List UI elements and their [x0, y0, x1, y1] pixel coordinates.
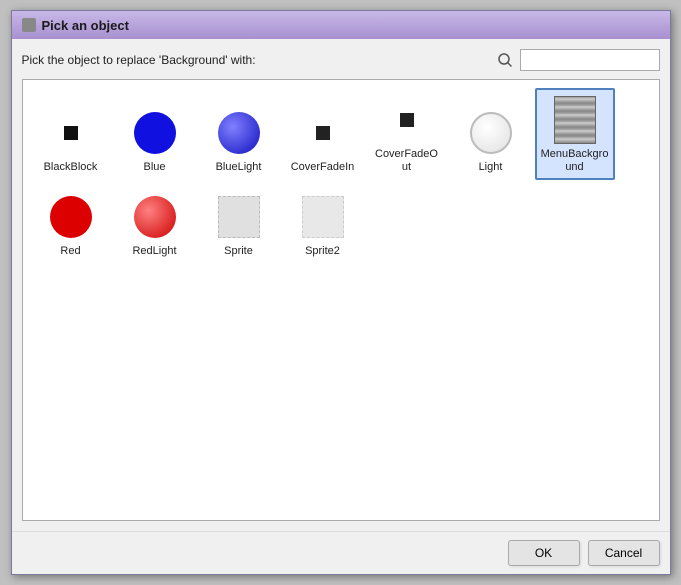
object-item-menubackground[interactable]: MenuBackground	[535, 88, 615, 180]
object-label-blackblock: BlackBlock	[44, 161, 98, 174]
dialog-icon	[22, 18, 36, 32]
object-item-light[interactable]: Light	[451, 88, 531, 180]
object-item-coverfadein[interactable]: CoverFadeIn	[283, 88, 363, 180]
dialog-title: Pick an object	[42, 18, 129, 33]
object-icon-sprite2	[299, 193, 347, 241]
object-item-blue[interactable]: Blue	[115, 88, 195, 180]
search-icon[interactable]	[494, 49, 516, 71]
object-icon-red	[47, 193, 95, 241]
object-icon-blackblock	[47, 109, 95, 157]
object-icon-blue	[131, 109, 179, 157]
object-item-redlight[interactable]: RedLight	[115, 184, 195, 264]
dialog-body: Pick the object to replace 'Background' …	[12, 39, 670, 531]
cancel-button[interactable]: Cancel	[588, 540, 660, 566]
object-grid-container: BlackBlock Blue BlueLight CoverFadeIn Co…	[22, 79, 660, 521]
object-icon-redlight	[131, 193, 179, 241]
object-label-coverfadein: CoverFadeIn	[291, 161, 355, 174]
object-label-coverfadeout: CoverFadeOut	[373, 148, 441, 174]
object-label-sprite2: Sprite2	[305, 245, 340, 258]
object-item-sprite[interactable]: Sprite	[199, 184, 279, 264]
object-icon-coverfadein	[299, 109, 347, 157]
object-label-bluelight: BlueLight	[216, 161, 262, 174]
object-label-red: Red	[60, 245, 80, 258]
object-label-light: Light	[479, 161, 503, 174]
object-item-coverfadeout[interactable]: CoverFadeOut	[367, 88, 447, 180]
object-label-sprite: Sprite	[224, 245, 253, 258]
object-label-blue: Blue	[143, 161, 165, 174]
search-input[interactable]	[520, 49, 660, 71]
object-icon-sprite	[215, 193, 263, 241]
pick-object-dialog: Pick an object Pick the object to replac…	[11, 10, 671, 575]
instruction-row: Pick the object to replace 'Background' …	[22, 49, 660, 71]
object-icon-light	[467, 109, 515, 157]
title-bar: Pick an object	[12, 11, 670, 39]
search-area	[494, 49, 660, 71]
object-item-red[interactable]: Red	[31, 184, 111, 264]
object-item-bluelight[interactable]: BlueLight	[199, 88, 279, 180]
instruction-text: Pick the object to replace 'Background' …	[22, 53, 256, 67]
object-icon-menubackground	[551, 96, 599, 144]
object-item-sprite2[interactable]: Sprite2	[283, 184, 363, 264]
object-icon-coverfadeout	[383, 96, 431, 144]
object-label-redlight: RedLight	[132, 245, 176, 258]
ok-button[interactable]: OK	[508, 540, 580, 566]
object-label-menubackground: MenuBackground	[541, 148, 609, 174]
object-icon-bluelight	[215, 109, 263, 157]
dialog-footer: OK Cancel	[12, 531, 670, 574]
object-item-blackblock[interactable]: BlackBlock	[31, 88, 111, 180]
object-grid: BlackBlock Blue BlueLight CoverFadeIn Co…	[31, 88, 651, 264]
